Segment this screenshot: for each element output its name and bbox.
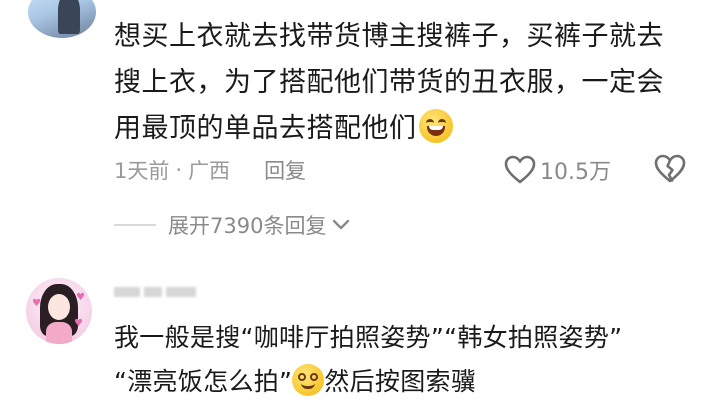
heart-outline-icon (504, 155, 536, 184)
comment-line: 搜上衣，为了搭配他们带货的丑衣服，一定会 (114, 67, 664, 98)
heart-decoration-icon: ♥ (76, 292, 85, 303)
comment-line-text: “漂亮饭怎么拍” (114, 367, 293, 396)
blurred-username[interactable] (114, 280, 224, 304)
comment-meta: 1天前 · 广西 回复 (114, 154, 306, 186)
reply-button[interactable]: 回复 (264, 155, 306, 185)
broken-heart-icon (654, 154, 686, 183)
comment-line-text: 用最顶的单品去搭配他们 (114, 113, 417, 144)
username-blur (144, 287, 162, 297)
username-blur (114, 287, 140, 297)
expand-replies-button[interactable]: 展开7390条回复 (114, 210, 350, 240)
avatar-face (48, 294, 70, 320)
like-button[interactable]: 10.5万 (504, 154, 611, 186)
dislike-button[interactable] (654, 154, 686, 188)
divider-line (114, 224, 156, 226)
comment-time: 1天前 (114, 159, 170, 183)
commenter-avatar[interactable]: ♥ ♥ ♥ (26, 278, 92, 344)
comment-location: 广西 (188, 159, 231, 183)
like-count: 10.5万 (540, 160, 611, 185)
comment-line-tail: 然后按图索骥 (324, 367, 477, 396)
chevron-down-icon (333, 219, 350, 230)
expand-replies-label: 展开7390条回复 (168, 214, 327, 238)
grinning-sweat-emoji-icon (418, 109, 453, 143)
comment-line: 我一般是搜“咖啡厅拍照姿势”“韩女拍照姿势” (114, 323, 623, 352)
comment-text: 我一般是搜“咖啡厅拍照姿势”“韩女拍照姿势” “漂亮饭怎么拍” 然后按图索骥 (114, 316, 714, 404)
comment-line-last: 用最顶的单品去搭配他们 (114, 106, 714, 152)
comment-line: 想买上衣就去找带货博主搜裤子，买裤子就去 (114, 21, 664, 52)
username-blur (166, 287, 196, 297)
avatar-body (46, 322, 72, 344)
heart-decoration-icon: ♥ (32, 298, 41, 309)
avatar-figure (58, 0, 80, 34)
comment-text: 想买上衣就去找带货博主搜裤子，买裤子就去 搜上衣，为了搭配他们带货的丑衣服，一定… (114, 14, 714, 152)
commenter-avatar[interactable] (28, 0, 96, 38)
meta-separator: · (175, 158, 183, 182)
smiling-emoji-icon (292, 364, 325, 396)
heart-decoration-icon: ♥ (74, 318, 83, 329)
comment-line-last: “漂亮饭怎么拍” 然后按图索骥 (114, 360, 714, 404)
